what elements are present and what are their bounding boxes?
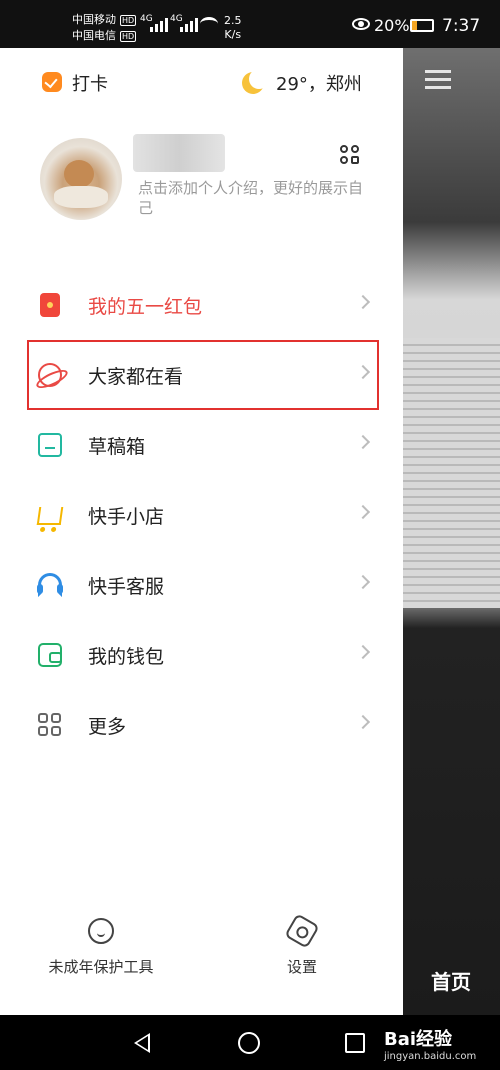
planet-icon	[38, 363, 62, 387]
menu-item-label: 快手小店	[88, 506, 165, 528]
minor-protection-label: 未成年保护工具	[48, 958, 154, 976]
chevron-right-icon	[355, 364, 371, 380]
watermark-brand: Bai经验	[384, 1029, 453, 1050]
chevron-right-icon	[355, 644, 371, 660]
speed-unit: K/s	[224, 28, 242, 41]
carrier-info: 中国移动 HD 中国电信 HD	[72, 12, 137, 44]
hd-badge: HD	[120, 14, 137, 26]
battery-percent: 20%	[374, 16, 410, 35]
settings-label: 设置	[286, 958, 317, 976]
weather-info: 29°，郑州	[276, 74, 362, 95]
red-envelope-icon	[40, 293, 60, 317]
avatar[interactable]	[40, 138, 122, 220]
menu-item-red-envelope[interactable]: 我的五一红包	[0, 270, 403, 340]
headset-icon	[37, 573, 63, 597]
settings-icon	[284, 913, 320, 949]
chevron-right-icon	[355, 574, 371, 590]
battery-icon	[410, 19, 434, 32]
menu-item-label: 更多	[88, 716, 127, 738]
menu-item-trending[interactable]: 大家都在看	[27, 340, 379, 410]
menu-icon-line	[425, 86, 451, 89]
menu-icon[interactable]	[425, 70, 451, 73]
cart-icon	[36, 507, 64, 525]
network-speed: 2.5 K/s	[224, 14, 242, 42]
profile-bio[interactable]: 点击添加个人介绍，更好的展示自己	[138, 178, 363, 218]
menu-item-shop[interactable]: 快手小店	[0, 480, 403, 550]
home-tab[interactable]: 首页	[431, 966, 471, 995]
settings-button[interactable]: 设置	[272, 913, 332, 977]
chevron-right-icon	[355, 434, 371, 450]
folder-icon	[38, 433, 62, 457]
status-bar: 中国移动 HD 中国电信 HD 4G 4G 2.5 K/s 20% 7:37	[0, 0, 500, 48]
side-drawer: 打卡 29°，郑州 点击添加个人介绍，更好的展示自己 我的五一红包 大家都在看 …	[0, 48, 403, 1015]
hd-badge: HD	[120, 30, 137, 42]
carrier-1: 中国移动	[72, 13, 116, 26]
clock: 7:37	[442, 16, 481, 36]
speed-value: 2.5	[224, 14, 242, 27]
chevron-right-icon	[355, 504, 371, 520]
moon-icon	[242, 69, 269, 94]
carrier-2: 中国电信	[72, 29, 116, 42]
drawer-footer: 未成年保护工具 设置	[0, 913, 403, 1008]
system-nav-bar: Bai经验 jingyan.baidu.com	[0, 1015, 500, 1070]
eye-comfort-icon	[352, 18, 370, 30]
menu-item-label: 草稿箱	[88, 436, 146, 458]
recent-apps-icon[interactable]	[345, 1033, 365, 1053]
menu-item-customer-service[interactable]: 快手客服	[0, 550, 403, 620]
menu-item-label: 大家都在看	[88, 366, 184, 388]
menu-item-label: 我的五一红包	[88, 296, 203, 318]
wallet-icon	[38, 643, 62, 667]
checkin-icon[interactable]	[42, 72, 62, 92]
username-blurred[interactable]	[133, 134, 225, 172]
back-icon[interactable]	[134, 1033, 150, 1053]
child-face-icon	[88, 918, 114, 944]
checkin-button[interactable]: 打卡	[72, 70, 108, 96]
wifi-icon	[200, 17, 218, 31]
baidu-watermark: Bai经验 jingyan.baidu.com	[384, 1025, 476, 1062]
menu-icon-line	[425, 78, 451, 81]
menu-item-more[interactable]: 更多	[0, 690, 403, 760]
grid-icon	[38, 713, 62, 737]
chevron-right-icon	[355, 714, 371, 730]
drawer-menu: 我的五一红包 大家都在看 草稿箱 快手小店 快手客服 我的钱包 更多	[0, 270, 403, 760]
signal-icon	[150, 18, 168, 32]
watermark-url: jingyan.baidu.com	[384, 1051, 477, 1062]
video-frame	[403, 338, 500, 608]
minor-protection-button[interactable]: 未成年保护工具	[42, 918, 160, 977]
menu-item-label: 快手客服	[88, 576, 165, 598]
home-circle-icon[interactable]	[238, 1032, 260, 1054]
video-background[interactable]: 首页	[403, 48, 500, 1015]
signal-icon	[180, 18, 198, 32]
menu-item-wallet[interactable]: 我的钱包	[0, 620, 403, 690]
chevron-right-icon	[355, 294, 371, 310]
menu-item-label: 我的钱包	[88, 646, 165, 668]
menu-item-drafts[interactable]: 草稿箱	[0, 410, 403, 480]
drawer-header: 打卡 29°，郑州	[0, 48, 403, 114]
qr-code-icon[interactable]	[340, 145, 360, 165]
